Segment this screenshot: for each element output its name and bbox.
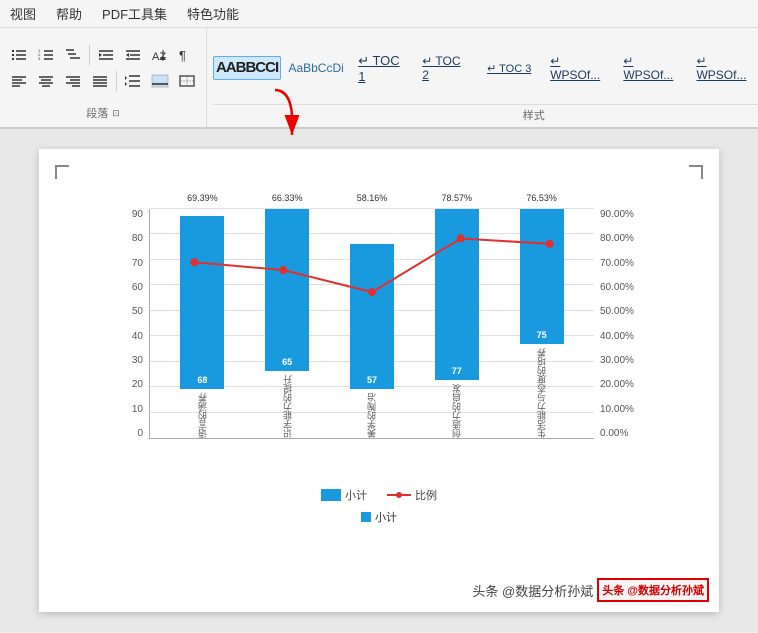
bar-pct-3: 58.16% — [357, 193, 388, 203]
style-toc2[interactable]: ↵ TOC 2 — [415, 51, 475, 85]
legend-line: 比例 — [387, 487, 437, 503]
increase-indent-btn[interactable] — [120, 43, 146, 67]
menu-help[interactable]: 帮助 — [52, 2, 86, 25]
bar-val-4: 77 — [452, 366, 462, 376]
justify-btn[interactable] — [87, 69, 113, 93]
legend-bar-color — [321, 489, 341, 501]
bar-4: 77 — [435, 209, 479, 380]
bar-pct-5: 76.53% — [526, 193, 557, 203]
chart-container: 90 80 70 60 50 40 30 20 10 0 — [119, 199, 639, 525]
document-page: 90 80 70 60 50 40 30 20 10 0 — [39, 149, 719, 612]
bar-group-3: 58.16% 57 美学的陶冶 — [330, 209, 415, 438]
align-center-btn[interactable] — [33, 69, 59, 93]
watermark-text: 头条 @数据分析孙斌 — [472, 581, 593, 600]
corner-mark-tr — [689, 165, 703, 179]
y-axis-left: 90 80 70 60 50 40 30 20 10 0 — [119, 209, 149, 439]
align-left-btn[interactable] — [6, 69, 32, 93]
styles-label: 样式 — [213, 104, 758, 123]
paragraph-expand-icon[interactable]: ⊡ — [112, 108, 120, 119]
bars-row: 69.39% 68 语言的涵养 66.33% 65 识 — [150, 209, 594, 438]
y-axis-right: 90.00% 80.00% 70.00% 60.00% 50.00% 40.00… — [594, 209, 639, 439]
menu-special[interactable]: 特色功能 — [183, 2, 243, 25]
style-wpsof1-preview: ↵ WPSOf... — [550, 54, 605, 82]
bar-pct-1: 69.39% — [187, 193, 218, 203]
style-wpsof3-preview: ↵ WPSOf... — [696, 54, 751, 82]
line-spacing-btn[interactable] — [120, 69, 146, 93]
bar-1: 68 — [180, 216, 224, 389]
highlight-text: 头条 @数据分析孙斌 — [602, 585, 704, 597]
menu-pdf[interactable]: PDF工具集 — [98, 2, 171, 25]
shading-btn[interactable] — [147, 69, 173, 93]
bar-label-3: 美学的陶冶 — [365, 393, 378, 438]
menu-view[interactable]: 视图 — [6, 2, 40, 25]
align-icons-row2 — [6, 69, 200, 93]
svg-text:3.: 3. — [38, 56, 41, 61]
bar-val-1: 68 — [197, 375, 207, 385]
align-right-btn[interactable] — [60, 69, 86, 93]
toolbar-container: 视图 帮助 PDF工具集 特色功能 1.2.3. — [0, 0, 758, 129]
bar-label-1: 语言的涵养 — [196, 393, 209, 438]
subchart-color — [361, 512, 371, 522]
numbering-btn[interactable]: 1.2.3. — [33, 43, 59, 67]
paragraph-section: 1.2.3. AZ — [0, 28, 207, 127]
style-aabbccdi-preview: AaBbCcDi — [288, 61, 343, 75]
menu-bar: 视图 帮助 PDF工具集 特色功能 — [0, 0, 758, 28]
style-toc1[interactable]: ↵ TOC 1 — [351, 50, 411, 87]
style-toc3[interactable]: ↵ TOC 3 — [479, 59, 539, 78]
legend-bar: 小计 — [321, 487, 367, 503]
list-icons-row1: 1.2.3. AZ — [6, 43, 200, 67]
bar-group-4: 78.57% 77 创造力的启发 — [414, 209, 499, 438]
legend-line-label: 比例 — [415, 487, 437, 503]
bar-3: 57 — [350, 244, 394, 389]
corner-mark-tl — [55, 165, 69, 179]
bar-val-5: 75 — [537, 330, 547, 340]
style-toc3-preview: ↵ TOC 3 — [487, 62, 531, 75]
bar-val-3: 57 — [367, 375, 377, 385]
style-wpsof3[interactable]: ↵ WPSOf... — [689, 51, 758, 85]
style-aabbcci-preview: AABBCCI — [216, 59, 278, 76]
decrease-indent-btn[interactable] — [93, 43, 119, 67]
style-wpsof2[interactable]: ↵ WPSOf... — [616, 51, 685, 85]
style-toc1-preview: ↵ TOC 1 — [358, 53, 404, 84]
bar-2: 65 — [265, 209, 309, 371]
paragraph-label: 段落 ⊡ — [6, 105, 200, 123]
watermark-area: 头条 @数据分析孙斌 头条 @数据分析孙斌 — [472, 578, 709, 602]
bar-pct-2: 66.33% — [272, 193, 303, 203]
borders-btn[interactable] — [174, 69, 200, 93]
svg-text:¶: ¶ — [179, 48, 186, 63]
style-aabbccdi[interactable]: AaBbCcDi — [285, 58, 347, 79]
bar-pct-4: 78.57% — [442, 193, 473, 203]
ribbon: 1.2.3. AZ — [0, 28, 758, 128]
style-wpsof2-preview: ↵ WPSOf... — [623, 54, 678, 82]
bar-group-2: 66.33% 65 识字能力的提升 — [245, 209, 330, 438]
bar-label-4: 创造力的启发 — [450, 384, 463, 438]
chart-legend: 小计 比例 — [119, 487, 639, 503]
bar-label-2: 识字能力的提升 — [281, 375, 294, 438]
legend-bar-label: 小计 — [345, 487, 367, 503]
chart-area: 90 80 70 60 50 40 30 20 10 0 — [119, 199, 639, 479]
multilevel-list-btn[interactable] — [60, 43, 86, 67]
bar-val-2: 65 — [282, 357, 292, 367]
show-formatting-btn[interactable]: ¶ — [174, 43, 200, 67]
subchart-text: 小计 — [375, 509, 397, 525]
document-area: 90 80 70 60 50 40 30 20 10 0 — [0, 129, 758, 632]
highlight-box: 头条 @数据分析孙斌 — [597, 578, 709, 602]
bar-5: 75 — [520, 209, 564, 344]
style-toc2-preview: ↵ TOC 2 — [422, 54, 468, 82]
styles-section: AABBCCI AaBbCcDi ↵ TOC 1 ↵ TOC 2 ↵ TOC 3 — [207, 28, 758, 127]
styles-row-top: AABBCCI AaBbCcDi ↵ TOC 1 ↵ TOC 2 ↵ TOC 3 — [213, 32, 758, 104]
legend-line-icon — [387, 488, 411, 502]
chart-plot: 69.39% 68 语言的涵养 66.33% 65 识 — [149, 209, 594, 439]
bar-group-1: 69.39% 68 语言的涵养 — [160, 209, 245, 438]
sort-btn[interactable]: AZ — [147, 43, 173, 67]
style-aabbcci[interactable]: AABBCCI — [213, 56, 281, 80]
bar-label-5: 生活能力与态度的培养 — [535, 348, 548, 438]
bullets-btn[interactable] — [6, 43, 32, 67]
subchart-label: 小计 — [119, 509, 639, 525]
style-wpsof1[interactable]: ↵ WPSOf... — [543, 51, 612, 85]
bar-group-5: 76.53% 75 生活能力与态度的培养 — [499, 209, 584, 438]
paragraph-controls: 1.2.3. AZ — [6, 32, 200, 103]
